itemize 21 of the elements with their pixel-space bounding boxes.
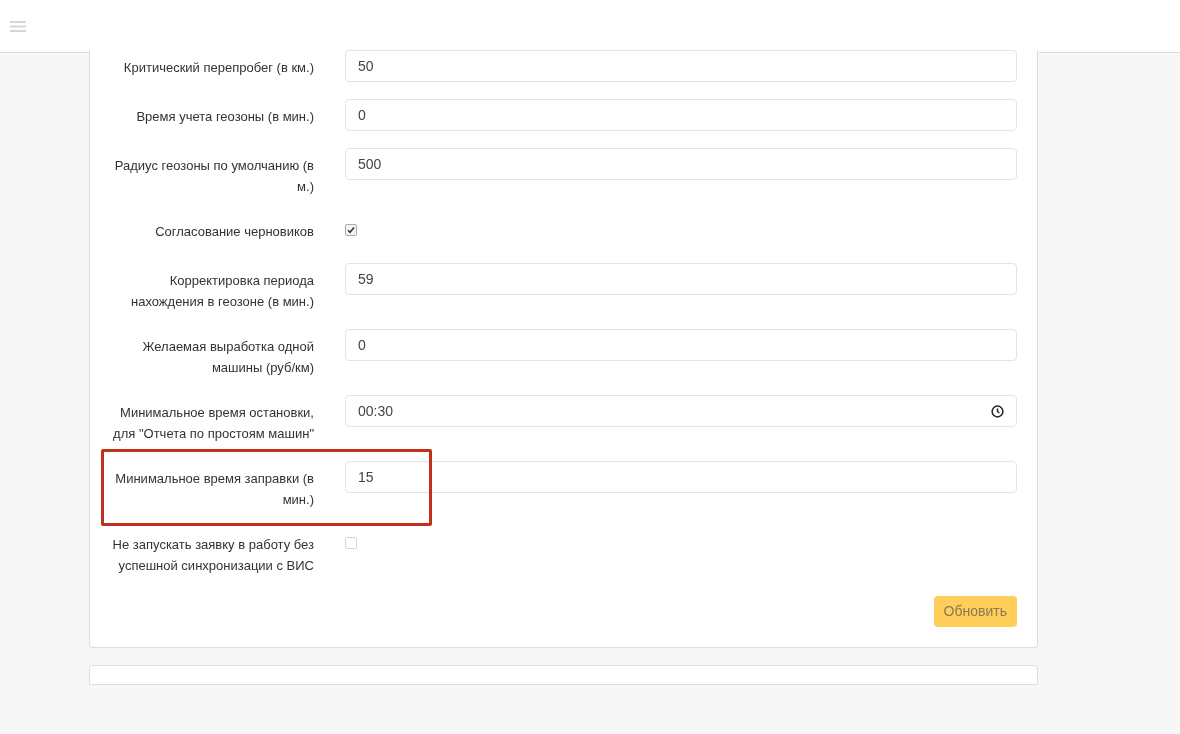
field-label: Критический перепробег (в км.) <box>122 59 314 77</box>
field-label: Согласование черновиков <box>154 223 314 241</box>
time-field[interactable]: 00:30 <box>345 395 1017 427</box>
check-icon <box>347 226 355 234</box>
field-label: Минимальное время остановки, для "Отчета по простоям машин" <box>112 404 314 443</box>
checkbox[interactable] <box>345 537 357 549</box>
input-field[interactable]: 0 <box>345 99 1017 131</box>
input-field[interactable]: 15 <box>345 461 1017 493</box>
menu-icon[interactable] <box>10 19 26 33</box>
field-label: Время учета геозоны (в мин.) <box>135 108 314 126</box>
input-field[interactable]: 59 <box>345 263 1017 295</box>
field-label: Желаемая выработка одной машины (руб/км) <box>141 338 314 377</box>
field-label: Корректировка периода нахождения в геозоне (в мин.) <box>130 272 314 311</box>
field-label: Минимальное время заправки (в мин.) <box>114 470 314 509</box>
input-field[interactable]: 500 <box>345 148 1017 180</box>
field-label: Не запускать заявку в работу без успешной синхронизации с ВИС <box>111 536 314 575</box>
input-field[interactable]: 0 <box>345 329 1017 361</box>
clock-icon <box>991 404 1004 418</box>
input-field[interactable]: 50 <box>345 50 1017 82</box>
checkbox[interactable] <box>345 224 357 236</box>
field-label: Радиус геозоны по умолчанию (в м.) <box>113 157 314 196</box>
